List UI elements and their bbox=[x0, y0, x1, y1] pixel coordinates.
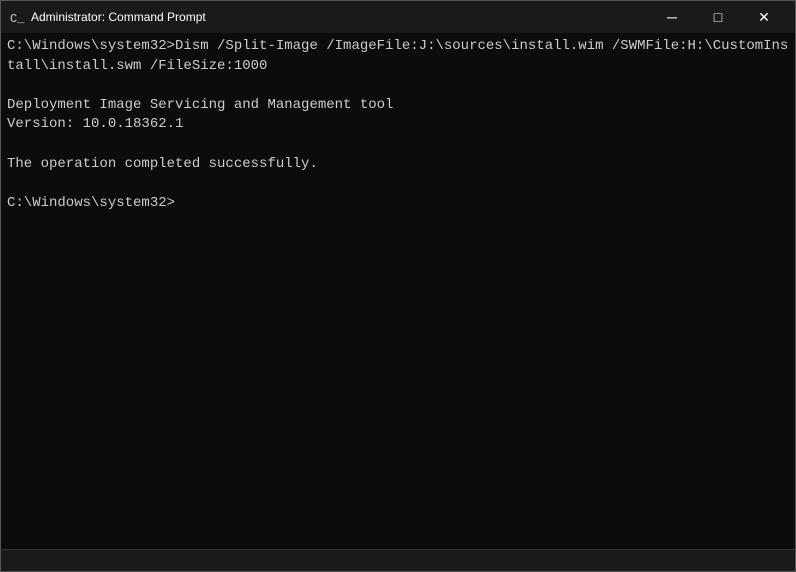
close-button[interactable]: ✕ bbox=[741, 1, 787, 33]
title-bar: C_ Administrator: Command Prompt ─ □ ✕ bbox=[1, 1, 795, 33]
bottom-bar bbox=[1, 549, 795, 571]
window-title: Administrator: Command Prompt bbox=[31, 10, 649, 24]
cmd-icon: C_ bbox=[9, 9, 25, 25]
svg-text:C_: C_ bbox=[10, 12, 25, 25]
maximize-button[interactable]: □ bbox=[695, 1, 741, 33]
window-controls: ─ □ ✕ bbox=[649, 1, 787, 33]
cmd-window: C_ Administrator: Command Prompt ─ □ ✕ C… bbox=[0, 0, 796, 572]
minimize-button[interactable]: ─ bbox=[649, 1, 695, 33]
console-output: C:\Windows\system32>Dism /Split-Image /I… bbox=[7, 37, 789, 213]
console-area[interactable]: C:\Windows\system32>Dism /Split-Image /I… bbox=[1, 33, 795, 549]
